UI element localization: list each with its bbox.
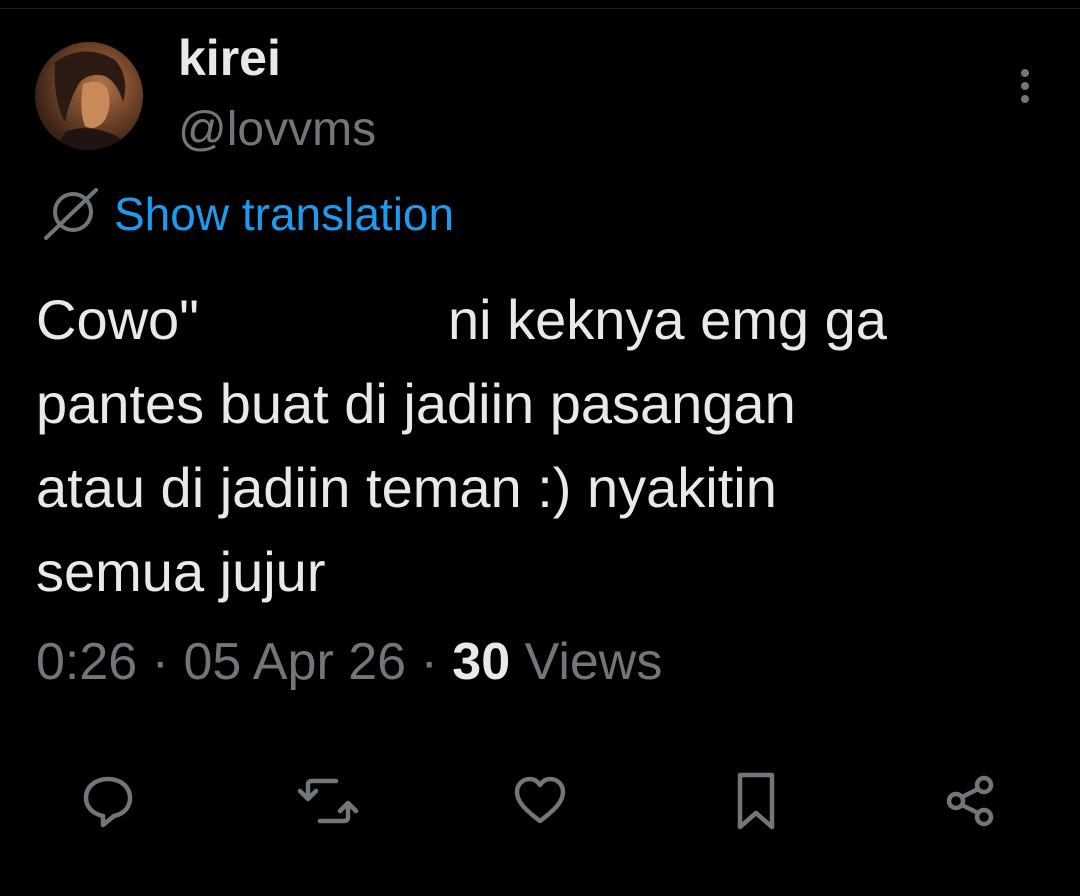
meta-separator: · xyxy=(406,633,453,691)
reply-button[interactable] xyxy=(73,766,143,836)
bookmark-button[interactable] xyxy=(721,766,791,836)
meta-space xyxy=(510,633,524,691)
meta-separator: · xyxy=(137,633,184,691)
tweet-text-line: Cowo" ni keknya emg ga xyxy=(36,288,887,351)
more-vertical-icon[interactable] xyxy=(1010,66,1040,106)
tweet-time[interactable]: 0:26 xyxy=(36,633,137,691)
bookmark-icon xyxy=(737,772,775,830)
share-button[interactable] xyxy=(935,766,1005,836)
tweet-meta: 0:26 · 05 Apr 26 · 30 Views xyxy=(36,628,662,696)
show-translation-label[interactable]: Show translation xyxy=(114,187,454,241)
like-button[interactable] xyxy=(505,766,575,836)
views-label: Views xyxy=(524,633,663,691)
repost-icon xyxy=(297,778,359,824)
avatar[interactable] xyxy=(35,42,143,150)
display-name[interactable]: kirei xyxy=(178,28,281,88)
top-divider xyxy=(0,8,1080,9)
heart-icon xyxy=(514,776,566,824)
tweet-text-line: semua jujur xyxy=(36,540,326,603)
reply-icon xyxy=(83,776,133,828)
share-icon xyxy=(946,775,994,827)
repost-button[interactable] xyxy=(293,766,363,836)
tweet-text-line: atau di jadiin teman :) nyakitin xyxy=(36,456,777,519)
views-count: 30 xyxy=(452,633,511,691)
tweet-body: Cowo" ni keknya emg ga pantes buat di ja… xyxy=(36,278,1036,614)
user-handle[interactable]: @lovvms xyxy=(178,100,376,160)
show-translation-link[interactable]: Show translation xyxy=(42,184,454,244)
tweet-text-line: pantes buat di jadiin pasangan xyxy=(36,372,796,435)
action-bar xyxy=(0,760,1080,840)
avatar-image xyxy=(54,51,126,150)
tweet-date[interactable]: 05 Apr 26 xyxy=(183,633,406,691)
globe-icon xyxy=(44,188,98,240)
